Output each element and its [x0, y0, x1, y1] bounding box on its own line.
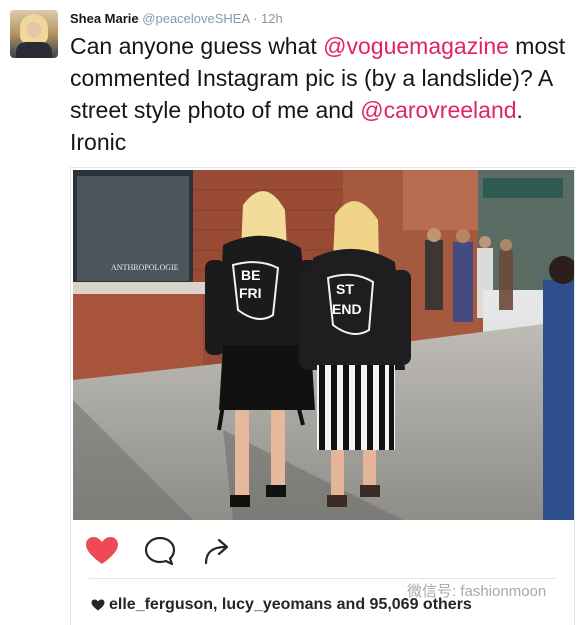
author-handle[interactable]: @peaceloveSHEA: [142, 11, 249, 26]
likes-summary[interactable]: elle_ferguson, lucy_yeomans and 95,069 o…: [91, 596, 472, 614]
divider: [89, 578, 556, 579]
tweet: Shea Marie @peaceloveSHEA · 12h Can anyo…: [0, 0, 585, 625]
small-heart-icon: [91, 599, 105, 611]
author-name[interactable]: Shea Marie: [70, 11, 139, 26]
like-heart-icon[interactable]: [85, 536, 119, 566]
share-arrow-icon[interactable]: [201, 536, 235, 566]
likes-text: elle_ferguson, lucy_yeomans and 95,069 o…: [109, 596, 472, 613]
tweet-header: Shea Marie @peaceloveSHEA · 12h: [70, 11, 283, 26]
jacket-text-left-1: BE: [241, 267, 260, 283]
mention-link-carovreeland[interactable]: @carovreeland: [360, 97, 516, 123]
comment-icon[interactable]: [143, 536, 177, 566]
mention-link-vogue[interactable]: @voguemagazine: [323, 33, 509, 59]
tweet-text: Can anyone guess what @voguemagazine mos…: [70, 30, 575, 158]
instagram-actions: [71, 520, 574, 580]
jacket-text-right-2: END: [332, 301, 362, 317]
instagram-embed[interactable]: ANTHROPOLOGIE BE FRI ST END 微信号: fashion…: [70, 167, 575, 625]
jacket-text-right-1: ST: [336, 281, 354, 297]
tweet-time[interactable]: 12h: [261, 11, 283, 26]
tweet-text-part: Can anyone guess what: [70, 33, 324, 59]
shop-sign: ANTHROPOLOGIE: [111, 263, 179, 272]
street-style-photo[interactable]: ANTHROPOLOGIE BE FRI ST END: [73, 170, 574, 520]
author-avatar[interactable]: [10, 10, 58, 58]
separator: ·: [253, 11, 258, 26]
jacket-text-left-2: FRI: [239, 285, 262, 301]
